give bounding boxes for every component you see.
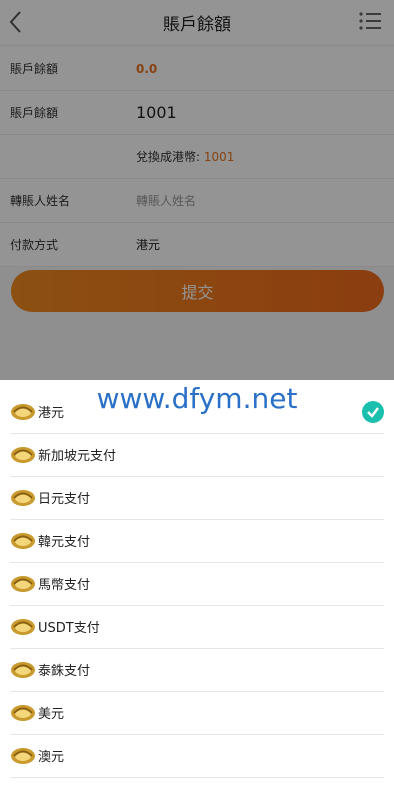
coin-logo-icon — [11, 575, 35, 592]
payment-option[interactable]: 新加坡元支付 — [10, 433, 384, 477]
coin-logo-icon — [11, 489, 35, 506]
payment-method-sheet: 港元 新加坡元支付 日元支付 韓元支付 馬幣支付 USDT支付 泰銖支付 美元 澳元 www.d… — [0, 380, 394, 800]
payment-option-label: USDT支付 — [38, 621, 100, 636]
payment-option-label: 澳元 — [38, 750, 65, 765]
watermark-text: www.dfym.net — [96, 382, 298, 415]
payment-option[interactable]: 韓元支付 — [10, 519, 384, 563]
coin-logo-icon — [11, 704, 35, 721]
payment-option-label: 泰銖支付 — [38, 664, 91, 679]
payment-option-label: 新加坡元支付 — [38, 449, 117, 464]
coin-logo-icon — [11, 446, 35, 463]
payment-option-label: 馬幣支付 — [38, 578, 91, 593]
payment-option[interactable]: 美元 — [10, 691, 384, 735]
payment-option[interactable]: 澳元 — [10, 734, 384, 778]
payment-option[interactable]: USDT支付 — [10, 605, 384, 649]
payment-option[interactable]: 日元支付 — [10, 476, 384, 520]
payment-option[interactable]: 馬幣支付 — [10, 562, 384, 606]
payment-option-label: 韓元支付 — [38, 535, 91, 550]
coin-logo-icon — [11, 747, 35, 764]
modal-backdrop[interactable] — [0, 0, 394, 380]
payment-option-label: 美元 — [38, 707, 65, 722]
coin-logo-icon — [11, 618, 35, 635]
coin-logo-icon — [11, 661, 35, 678]
payment-option[interactable]: 泰銖支付 — [10, 648, 384, 692]
payment-option-label: 日元支付 — [38, 492, 91, 507]
coin-logo-icon — [11, 532, 35, 549]
